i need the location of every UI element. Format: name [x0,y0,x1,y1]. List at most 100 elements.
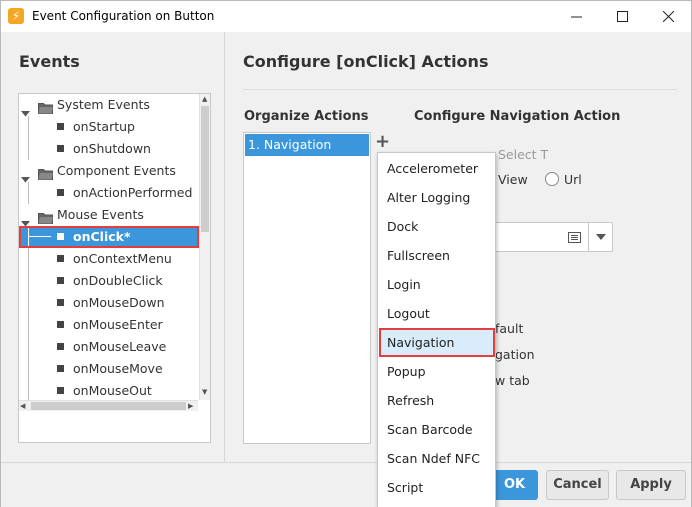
dialog-footer: OK Cancel Apply [1,462,691,507]
menu-item-login[interactable]: Login [379,270,495,299]
menu-item-fullscreen[interactable]: Fullscreen [379,241,495,270]
tree-event-label: onMouseLeave [73,339,167,354]
tree-event-label: onMouseDown [73,295,165,310]
menu-item-navigation[interactable]: Navigation [379,328,495,357]
action-item-navigation[interactable]: 1. Navigation [245,134,369,156]
scroll-up-icon[interactable]: ▲ [202,95,207,103]
tree-event-label: onDoubleClick [73,273,163,288]
menu-item-scan-barcode[interactable]: Scan Barcode [379,415,495,444]
default-option-label: fault [495,321,524,336]
tree-event-item[interactable]: onStartup [19,116,198,138]
close-icon [662,11,674,22]
tree-connector [28,336,29,358]
chevron-down-icon[interactable] [596,234,606,241]
tree-connector [28,380,29,402]
navigation-action-title: Configure Navigation Action [414,109,621,124]
select-type-label: Select T [498,147,549,162]
scroll-thumb[interactable] [201,106,209,232]
title-bar: ⚡ Event Configuration on Button [1,1,691,32]
tree-event-item[interactable]: onShutdown [19,138,198,160]
minimize-icon [570,16,582,18]
scroll-left-icon[interactable]: ◀ [20,402,25,410]
tree-event-label: onContextMenu [73,251,172,266]
tree-connector [28,292,29,314]
tree-connector [28,226,29,248]
actions-list: 1. Navigation [243,132,371,444]
scroll-thumb[interactable] [31,402,186,410]
events-tree: System Events onStartup onShutdown Componen… [18,93,211,443]
tree-event-item[interactable]: onContextMenu [19,248,198,270]
menu-item-scan-ndef-nfc[interactable]: Scan Ndef NFC [379,444,495,473]
url-radio[interactable] [545,172,559,186]
menu-item-script[interactable]: Script [379,473,495,502]
combo-separator [588,223,589,251]
tree-event-label: onShutdown [73,141,151,156]
tree-connector [29,236,51,237]
organize-actions-title: Organize Actions [244,109,369,124]
ok-button[interactable]: OK [491,470,538,500]
event-bullet-icon [57,365,64,372]
menu-item-popup[interactable]: Popup [379,357,495,386]
add-action-menu: Accelerometer Alter Logging Dock Fullscreen… [377,152,496,507]
tree-group[interactable]: System Events [19,94,198,117]
tree-event-item[interactable]: onClick* [19,226,198,248]
tree-event-item[interactable]: onActionPerformed [19,182,198,204]
maximize-button[interactable] [599,1,645,32]
divider [243,89,677,90]
tree-vertical-scrollbar[interactable]: ▲ ▼ [199,94,210,400]
tree-event-item[interactable]: onMouseDown [19,292,198,314]
tree-event-item[interactable]: onDoubleClick [19,270,198,292]
browse-icon[interactable] [568,232,581,243]
event-bullet-icon [57,189,64,196]
event-bullet-icon [57,255,64,262]
tree-event-item[interactable]: onMouseLeave [19,336,198,358]
tree-connector [28,138,29,160]
tree-event-label: onActionPerformed [73,185,193,200]
event-bullet-icon [57,343,64,350]
maximize-icon [616,11,628,22]
menu-item-refresh[interactable]: Refresh [379,386,495,415]
app-icon: ⚡ [8,8,24,24]
apply-button[interactable]: Apply [616,470,686,500]
tree-group-label: Mouse Events [57,207,144,222]
event-bullet-icon [57,299,64,306]
configure-title: Configure [onClick] Actions [243,52,489,71]
tree-connector [28,182,29,204]
minimize-button[interactable] [553,1,599,32]
tree-group[interactable]: Mouse Events [19,204,198,227]
close-button[interactable] [645,1,691,32]
tree-event-item[interactable]: onMouseEnter [19,314,198,336]
tree-event-label: onMouseOut [73,383,152,398]
tree-connector [28,358,29,380]
menu-item-alter-logging[interactable]: Alter Logging [379,183,495,212]
navigation-option-label: gation [495,347,535,362]
event-bullet-icon [57,145,64,152]
tree-event-label: onStartup [73,119,135,134]
tree-event-label: onMouseEnter [73,317,163,332]
menu-item-dock[interactable]: Dock [379,212,495,241]
scroll-down-icon[interactable]: ▼ [202,388,207,396]
tree-event-label: onMouseMove [73,361,163,376]
menu-item-logout[interactable]: Logout [379,299,495,328]
menu-item-accelerometer[interactable]: Accelerometer [379,154,495,183]
tree-group[interactable]: Component Events [19,160,198,183]
tree-horizontal-scrollbar[interactable]: ◀ ▶ [19,400,198,411]
tree-event-item[interactable]: onMouseOut [19,380,198,402]
scroll-right-icon[interactable]: ▶ [188,402,193,410]
event-bullet-icon [57,123,64,130]
event-configuration-dialog: ⚡ Event Configuration on Button Events S… [0,0,692,507]
add-action-button[interactable]: + [375,132,390,152]
tree-group-label: System Events [57,97,150,112]
events-title: Events [19,52,80,71]
cancel-button[interactable]: Cancel [546,470,609,500]
tree-event-item[interactable]: onMouseMove [19,358,198,380]
view-option-label: View [498,172,528,187]
view-path-combo[interactable] [481,222,613,252]
tree-connector [28,270,29,292]
tree-connector [28,116,29,138]
new-tab-option-label: w tab [495,373,530,388]
tree-group-label: Component Events [57,163,176,178]
window-title: Event Configuration on Button [32,9,215,23]
event-bullet-icon [57,277,64,284]
tree-event-label: onClick* [73,229,131,244]
